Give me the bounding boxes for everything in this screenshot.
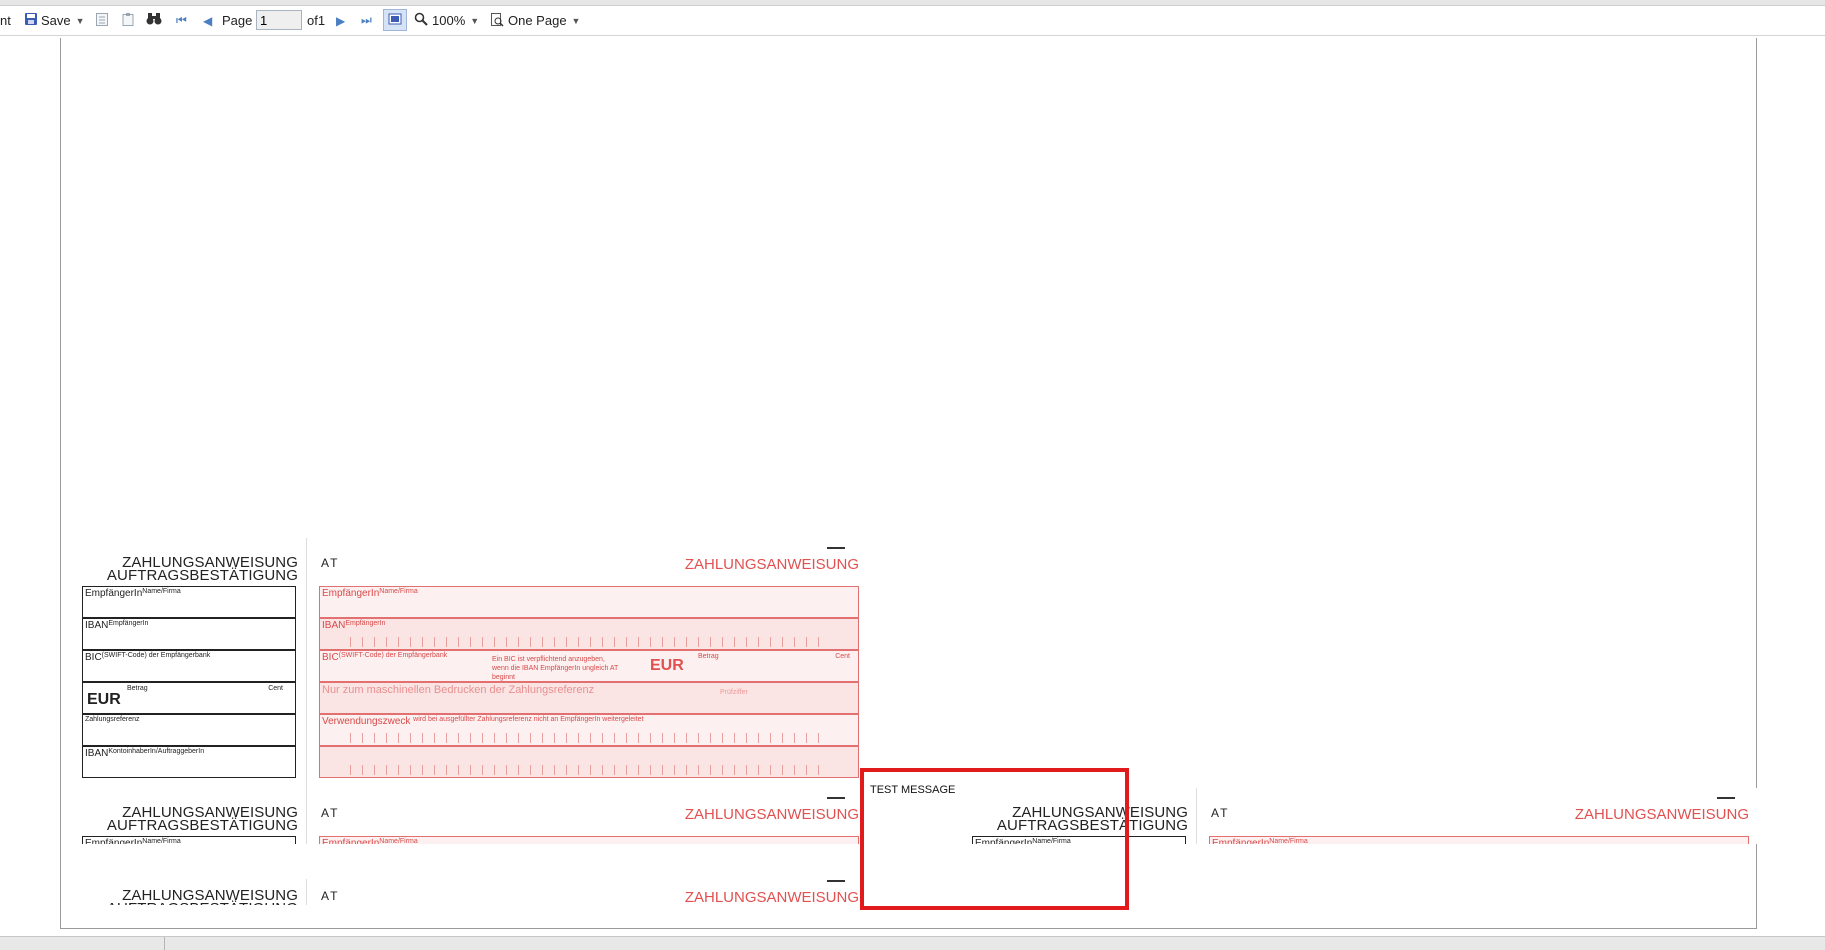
stub-amount-field: EUR Betrag Cent (82, 682, 296, 714)
eur-label: EUR (87, 691, 121, 708)
form-main: AT ZAHLUNGSANWEISUNG (306, 879, 867, 905)
empfaenger-field: EmpfängerInName/Firma (319, 586, 859, 618)
form-mark (1717, 797, 1735, 799)
floppy-disk-icon (24, 12, 38, 29)
form-stub: ZAHLUNGSANWEISUNG AUFTRAGSBESTÄTIGUNG Em… (70, 538, 306, 788)
stub-subtitle: AUFTRAGSBESTÄTIGUNG (70, 901, 298, 905)
form-main: AT ZAHLUNGSANWEISUNG EmpfängerInName/Fir… (306, 788, 867, 844)
purpose-field-2 (319, 746, 859, 778)
iban-field: IBANEmpfängerIn (319, 618, 859, 650)
payment-form-2: ZAHLUNGSANWEISUNG AUFTRAGSBESTÄTIGUNG Em… (70, 788, 870, 844)
binoculars-icon (146, 12, 162, 29)
page-magnifier-icon (490, 12, 504, 30)
chevron-down-icon: ▼ (571, 15, 581, 26)
magnifier-icon (414, 12, 428, 29)
country-code: AT (321, 806, 340, 820)
save-button[interactable]: Save ▼ (24, 6, 85, 35)
form-main: AT ZAHLUNGSANWEISUNG EmpfängerInName/Fir… (1196, 788, 1757, 844)
stub-subtitle: AUFTRAGSBESTÄTIGUNG (106, 817, 298, 834)
form-main: AT ZAHLUNGSANWEISUNG EmpfängerInName/Fir… (306, 538, 867, 788)
form-title: ZAHLUNGSANWEISUNG (684, 806, 859, 823)
document-list-icon (95, 12, 109, 30)
form-mark (827, 797, 845, 799)
payment-form-4: ZAHLUNGSANWEISUNG AUFTRAGSBESTÄTIGUNG AT… (70, 879, 870, 905)
status-bar-separator (164, 937, 165, 950)
stub-reference-field: Zahlungsreferenz (82, 714, 296, 746)
stub-empfaenger-field: EmpfängerInName/Firma (82, 836, 296, 844)
clipboard-button[interactable] (121, 6, 135, 35)
empfaenger-field: EmpfängerInName/Firma (1209, 836, 1749, 844)
first-page-button[interactable]: ⏮ (176, 6, 187, 35)
payment-form-1: ZAHLUNGSANWEISUNG AUFTRAGSBESTÄTIGUNG Em… (70, 538, 870, 788)
first-page-icon: ⏮ (176, 13, 187, 27)
previous-page-icon: ◀ (203, 13, 213, 28)
form-mark (827, 880, 845, 882)
last-page-icon: ⏭ (361, 13, 372, 27)
last-page-button[interactable]: ⏭ (361, 6, 372, 35)
view-mode-label: One Page (508, 13, 567, 28)
print-button[interactable]: nt (0, 6, 11, 35)
export-button[interactable] (95, 6, 109, 35)
page-number-input[interactable] (256, 10, 302, 30)
bic-note: Ein BIC ist verpflichtend anzugeben, wen… (492, 656, 619, 681)
bic-field: BIC(SWIFT-Code) der Empfängerbank Ein BI… (319, 650, 859, 682)
report-viewport[interactable]: ZAHLUNGSANWEISUNG AUFTRAGSBESTÄTIGUNG Em… (0, 36, 1825, 936)
stub-empfaenger-field: EmpfängerInName/Firma (82, 586, 296, 618)
zoom-dropdown[interactable]: 100% ▼ (414, 6, 479, 35)
stub-bic-field: BIC(SWIFT-Code) der Empfängerbank (82, 650, 296, 682)
stub-kontoinhaber-field: IBANKontoinhaberIn/AuftraggeberIn (82, 746, 296, 778)
page-view-icon (388, 13, 402, 28)
eur-label: EUR (650, 657, 684, 674)
stub-subtitle: AUFTRAGSBESTÄTIGUNG (106, 567, 298, 584)
form-title: ZAHLUNGSANWEISUNG (684, 556, 859, 573)
empfaenger-field: EmpfängerInName/Firma (319, 836, 859, 844)
form-title: ZAHLUNGSANWEISUNG (684, 889, 859, 905)
page-view-toggle[interactable] (383, 9, 407, 31)
purpose-field: Verwendungszweck wird bei ausgefüllter Z… (319, 714, 859, 746)
stub-iban-field: IBANEmpfängerIn (82, 618, 296, 650)
form-stub: ZAHLUNGSANWEISUNG AUFTRAGSBESTÄTIGUNG (70, 879, 306, 905)
clipboard-icon (121, 12, 135, 30)
chevron-down-icon: ▼ (470, 15, 480, 26)
country-code: AT (321, 556, 340, 570)
form-title: ZAHLUNGSANWEISUNG (1574, 806, 1749, 823)
reference-field: Nur zum maschinellen Bedrucken der Zahlu… (319, 682, 859, 714)
view-mode-dropdown[interactable]: One Page ▼ (490, 6, 580, 35)
page-count-label: of1 (307, 13, 326, 28)
next-page-button[interactable]: ▶ (336, 6, 345, 35)
zoom-value: 100% (432, 13, 466, 28)
test-message: TEST MESSAGE (870, 784, 956, 796)
country-code: AT (321, 889, 340, 903)
form-mark (827, 547, 845, 549)
print-label: nt (0, 13, 11, 28)
find-button[interactable] (146, 6, 162, 35)
next-page-icon: ▶ (336, 13, 346, 28)
previous-page-button[interactable]: ◀ (203, 6, 212, 35)
status-bar (0, 936, 1825, 950)
country-code: AT (1211, 806, 1230, 820)
report-viewer-toolbar: nt Save ▼ ⏮ ◀ Page of1 ▶ ⏭ (0, 6, 1825, 36)
page-label: Page (222, 13, 253, 28)
form-stub: ZAHLUNGSANWEISUNG AUFTRAGSBESTÄTIGUNG Em… (70, 788, 306, 844)
save-label: Save (41, 13, 71, 28)
chevron-down-icon[interactable]: ▼ (76, 16, 85, 26)
